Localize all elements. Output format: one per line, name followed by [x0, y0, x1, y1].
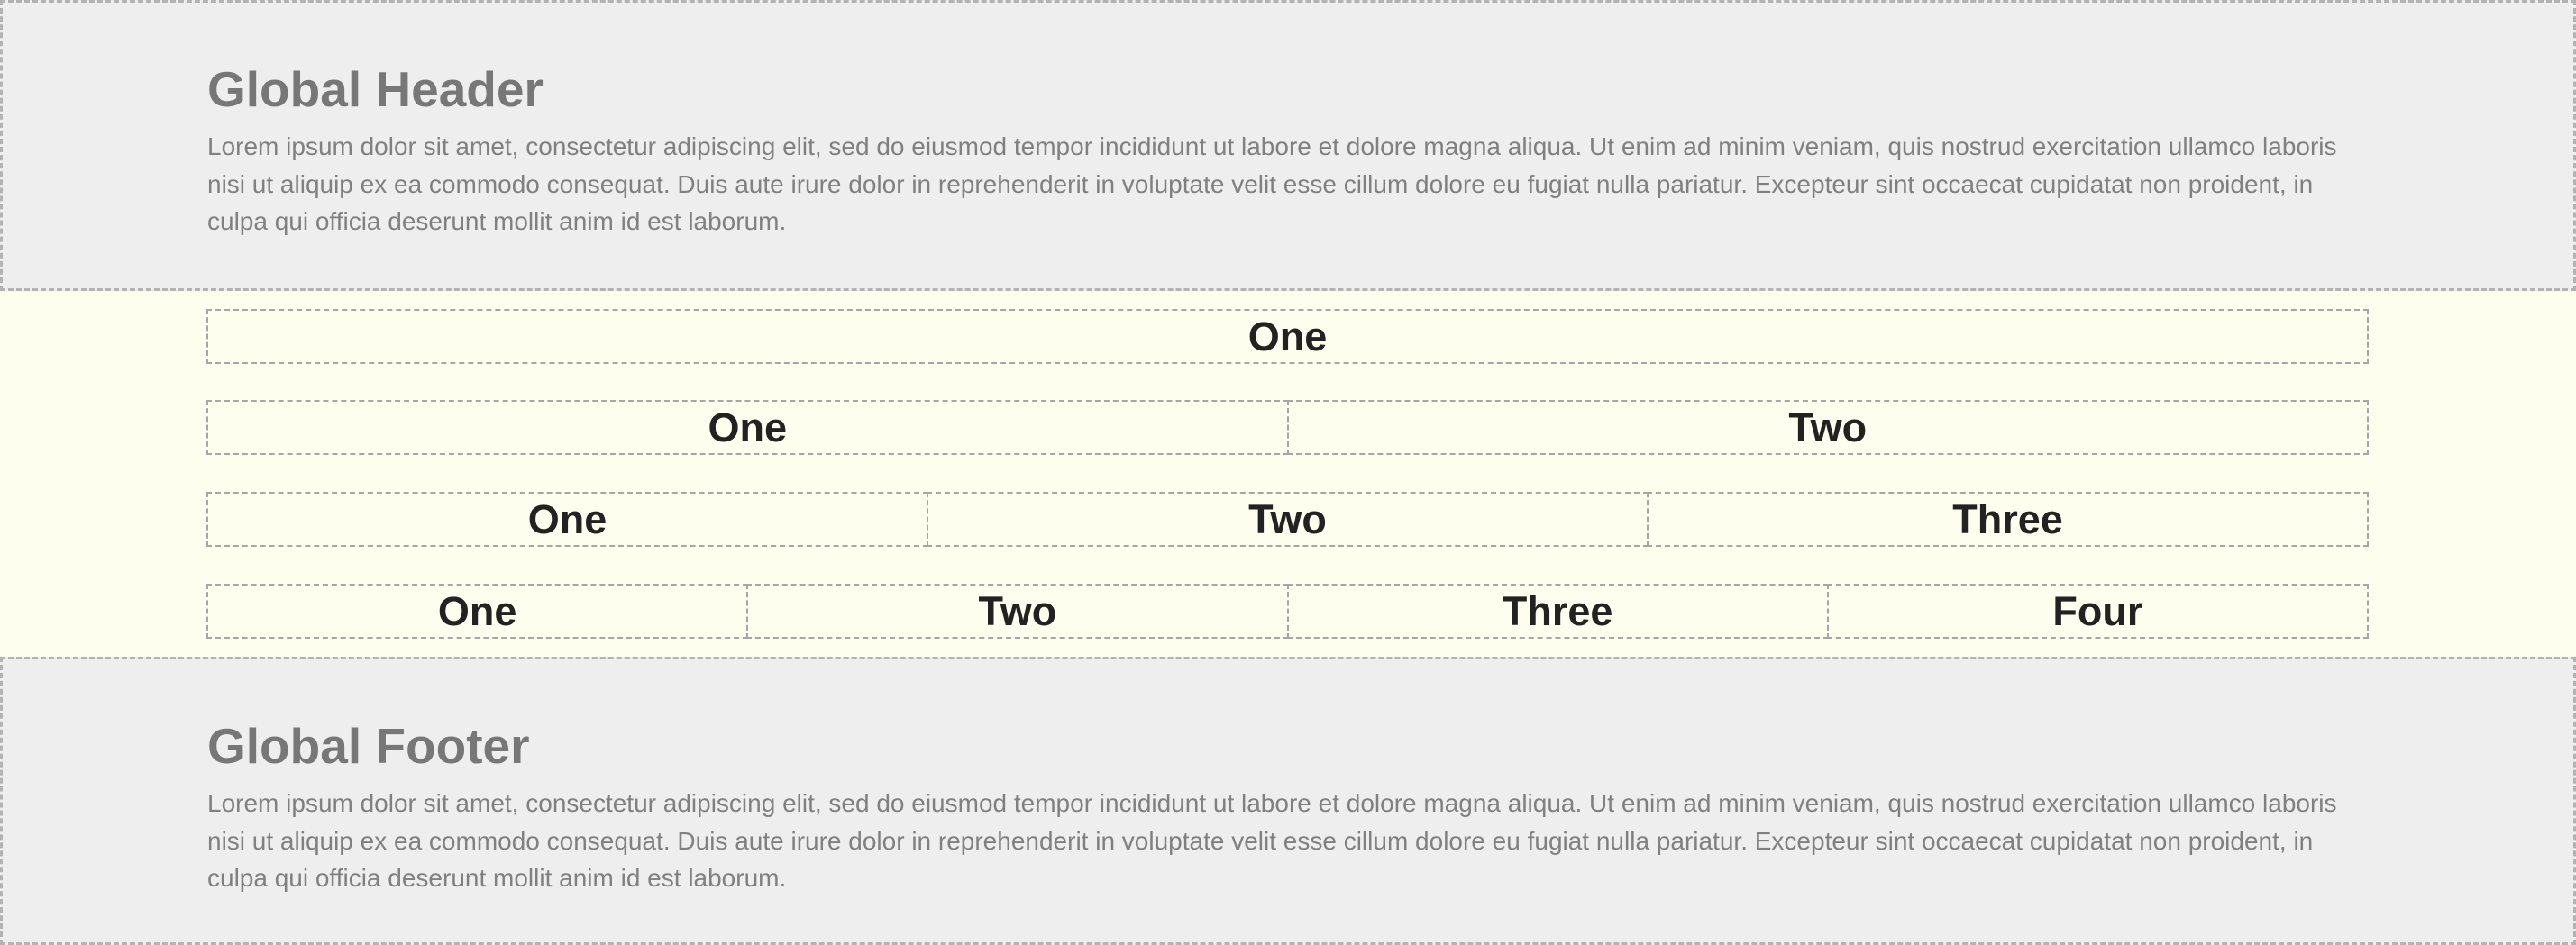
grid-cell: One [206, 309, 2369, 364]
header-content: Global Header Lorem ipsum dolor sit amet… [207, 59, 2370, 241]
grid-cell: Two [746, 584, 1289, 639]
row-1-column: One [206, 309, 2369, 364]
grid-cell: One [206, 584, 749, 639]
global-footer: Global Footer Lorem ipsum dolor sit amet… [0, 657, 2576, 945]
grid-cell: Four [1826, 584, 2369, 639]
row-3-columns: One Two Three [206, 492, 2369, 547]
footer-content: Global Footer Lorem ipsum dolor sit amet… [207, 716, 2370, 897]
grid-cell: Two [927, 492, 1649, 547]
footer-text: Lorem ipsum dolor sit amet, consectetur … [207, 789, 2337, 892]
grid-cell: Three [1286, 584, 1829, 639]
grid-cell: Three [1647, 492, 2369, 547]
grid-cell: Two [1286, 400, 2369, 455]
grid-cell: One [206, 492, 928, 547]
row-2-columns: One Two [206, 400, 2369, 455]
footer-title: Global Footer [207, 718, 530, 774]
row-4-columns: One Two Three Four [206, 584, 2369, 639]
header-title: Global Header [207, 61, 544, 117]
header-text: Lorem ipsum dolor sit amet, consectetur … [207, 132, 2337, 235]
grid-cell: One [206, 400, 1289, 455]
global-header: Global Header Lorem ipsum dolor sit amet… [0, 0, 2576, 291]
grid-area: One One Two One Two Three One Two Three … [0, 291, 2576, 657]
